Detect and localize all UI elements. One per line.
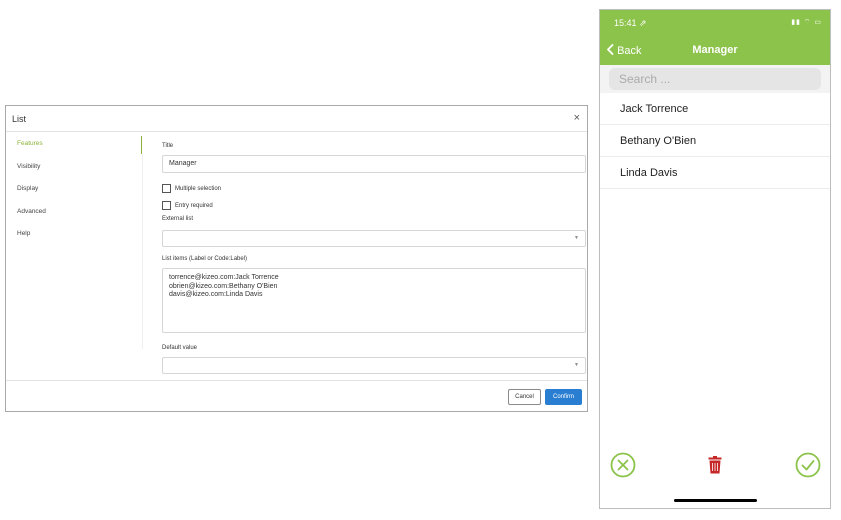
external-list-label: External list [162,216,194,222]
dialog-header: List × [6,106,587,132]
dialog-sidebar: Features Visibility Display Advanced Hel… [6,133,143,353]
multiple-selection-label: Multiple selection [175,186,222,192]
close-icon[interactable]: × [574,112,580,124]
list-item[interactable]: Bethany O'Bien [600,125,830,157]
phone-action-bar [600,450,830,483]
chevron-down-icon: ▼ [574,235,579,241]
external-list-select[interactable]: ▼ [162,230,586,247]
default-value-select[interactable]: ▼ [162,357,586,374]
default-value-label: Default value [162,345,198,351]
list-item-line: davis@kizeo.com:Linda Davis [169,291,263,298]
trash-icon[interactable] [708,456,722,479]
search-placeholder: Search ... [619,72,671,86]
list-item[interactable]: Jack Torrence [600,93,830,125]
title-input[interactable]: Manager [162,155,586,173]
search-bar: Search ... [600,65,830,93]
list-dialog: List × Features Visibility Display Advan… [5,105,588,412]
sidebar-item-advanced[interactable]: Advanced [6,201,143,224]
sidebar-item-display[interactable]: Display [6,178,143,201]
manager-list: Jack Torrence Bethany O'Bien Linda Davis [600,93,830,189]
entry-required-label: Entry required [175,203,213,209]
list-item-line: torrence@kizeo.com:Jack Torrence [169,274,279,281]
list-item-line: obrien@kizeo.com:Bethany O'Bien [169,282,278,290]
page-title: Manager [692,44,738,56]
dialog-footer-divider [6,380,587,381]
list-items-textarea[interactable]: torrence@kizeo.com:Jack Torrence obrien@… [162,268,586,333]
cancel-icon[interactable] [610,452,636,483]
multiple-selection-checkbox[interactable] [162,184,171,193]
confirm-button[interactable]: Confirm [545,389,582,405]
dialog-title: List [12,114,27,124]
phone-header: 15:41 ⇗ ▮▮ ⌔ ▭ Back Manager [600,10,830,65]
sidebar-item-features[interactable]: Features [6,133,143,156]
chevron-down-icon: ▼ [574,362,579,368]
active-tab-indicator [141,136,142,154]
phone-preview: 15:41 ⇗ ▮▮ ⌔ ▭ Back Manager Search ... J… [599,9,831,509]
list-item[interactable]: Linda Davis [600,157,830,189]
check-icon[interactable] [795,452,821,483]
cancel-button[interactable]: Cancel [508,389,541,405]
sidebar-divider [142,154,143,349]
title-label: Title [162,143,174,149]
status-icons: ▮▮ ⌔ ▭ [791,19,822,26]
home-indicator [674,499,757,502]
sidebar-item-help[interactable]: Help [6,223,143,246]
status-time: 15:41 ⇗ [614,18,647,28]
entry-required-checkbox[interactable] [162,201,171,210]
list-items-label: List items (Label or Code:Label) [162,256,248,262]
title-input-value: Manager [169,160,197,167]
search-input[interactable]: Search ... [609,68,821,90]
sidebar-item-visibility[interactable]: Visibility [6,156,143,179]
